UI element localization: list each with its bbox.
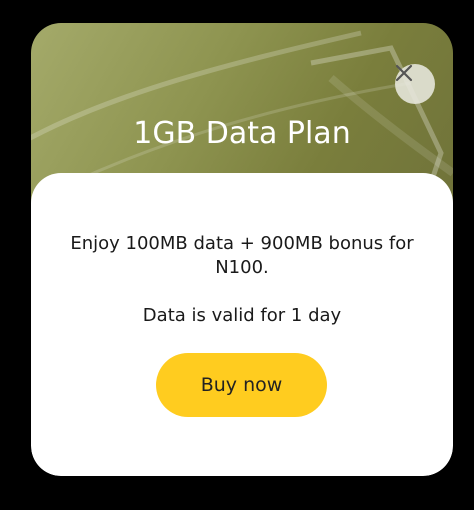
plan-title: 1GB Data Plan xyxy=(133,116,351,151)
buy-now-button[interactable]: Buy now xyxy=(156,353,327,417)
plan-details-card: Enjoy 100MB data + 900MB bonus for N100.… xyxy=(31,173,453,476)
plan-validity: Data is valid for 1 day xyxy=(142,305,342,326)
data-plan-dialog: 1GB Data Plan Enjoy 100MB data + 900MB b… xyxy=(31,23,453,476)
close-icon xyxy=(395,64,413,82)
close-button[interactable] xyxy=(395,64,435,104)
plan-description: Enjoy 100MB data + 900MB bonus for N100. xyxy=(70,233,414,278)
